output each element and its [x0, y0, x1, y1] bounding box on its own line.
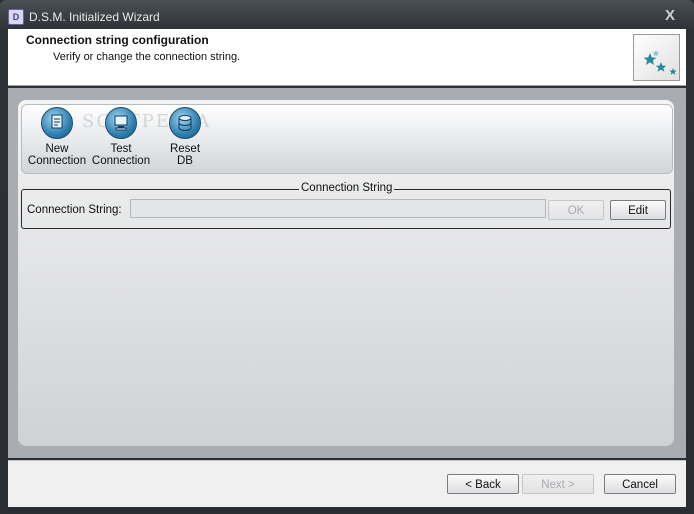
edit-button[interactable]: Edit [610, 200, 666, 220]
test-connection-label-2: Connection [91, 155, 151, 167]
reset-db-label-1: Reset [169, 143, 201, 155]
test-connection-button[interactable]: Test Connection [89, 107, 153, 171]
cancel-button[interactable]: Cancel [604, 474, 676, 494]
new-connection-button[interactable]: New Connection [25, 107, 89, 171]
connection-string-label: Connection String: [27, 204, 122, 216]
window-title: D.S.M. Initialized Wizard [29, 10, 160, 24]
content-area: SOFTPEDIA New Connection Test Connection [8, 88, 686, 458]
connection-string-group: Connection String Connection String: OK … [21, 182, 671, 229]
new-connection-icon [41, 107, 73, 139]
close-button[interactable]: X [657, 6, 683, 26]
toolbar: SOFTPEDIA New Connection Test Connection [21, 104, 673, 174]
app-icon: D [8, 9, 24, 25]
connection-string-input[interactable] [130, 199, 546, 218]
back-button[interactable]: < Back [447, 474, 519, 494]
page-title: Connection string configuration [26, 33, 209, 47]
reset-db-icon [169, 107, 201, 139]
new-connection-label-1: New [45, 143, 69, 155]
title-bar[interactable]: D D.S.M. Initialized Wizard X [0, 0, 694, 30]
wizard-header: Connection string configuration Verify o… [8, 29, 686, 86]
page-subtitle: Verify or change the connection string. [53, 51, 241, 63]
test-connection-icon [105, 107, 137, 139]
ok-button[interactable]: OK [548, 200, 604, 220]
stars-logo-icon [633, 34, 680, 81]
connection-string-group-title: Connection String [299, 182, 395, 194]
test-connection-label-1: Test [110, 143, 132, 155]
wizard-footer: < Back Next > Cancel [8, 460, 686, 507]
wizard-window: D D.S.M. Initialized Wizard X Connection… [0, 0, 694, 514]
reset-db-button[interactable]: Reset DB [153, 107, 217, 171]
main-panel: SOFTPEDIA New Connection Test Connection [18, 100, 674, 446]
next-button[interactable]: Next > [522, 474, 594, 494]
new-connection-label-2: Connection [27, 155, 87, 167]
reset-db-label-2: DB [177, 155, 193, 167]
